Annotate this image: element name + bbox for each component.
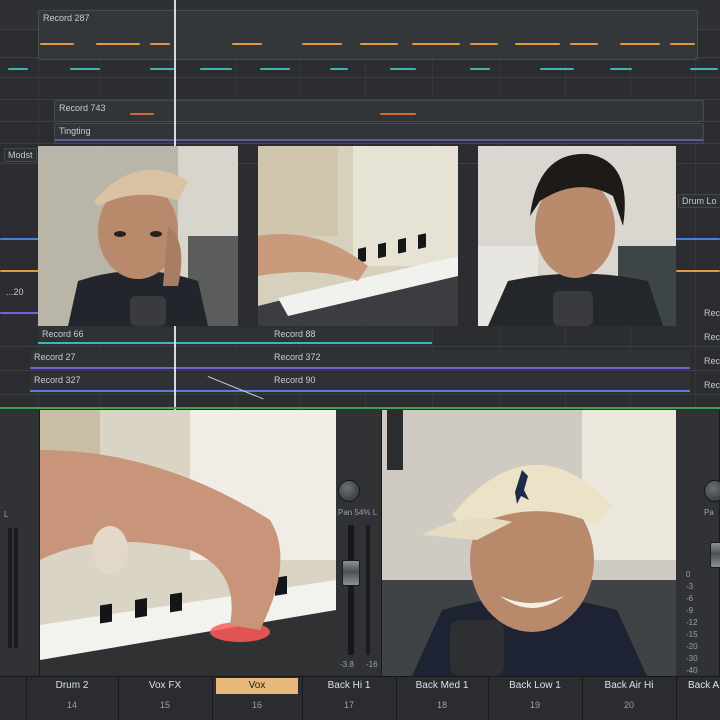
clip-label: Record 372 xyxy=(274,352,321,362)
pan-knob-right[interactable] xyxy=(704,480,720,502)
clip-label: Record 90 xyxy=(274,375,316,385)
hands-keyboard-video xyxy=(258,146,458,326)
db-scale-label: -3 xyxy=(686,582,694,591)
pan-knob[interactable] xyxy=(338,480,360,502)
db-scale-label: -15 xyxy=(686,630,698,639)
left-readout: L xyxy=(4,510,9,519)
volume-fader-right[interactable] xyxy=(710,542,720,568)
keyboard-image xyxy=(258,146,458,326)
hands-keyboard-closeup-video xyxy=(40,410,336,676)
channel-name-back-med-1[interactable]: Back Med 1 xyxy=(400,678,484,694)
clip-record-743[interactable]: Record 743 xyxy=(54,100,704,122)
clip-label: Tingting xyxy=(59,126,91,136)
level-right: -16 xyxy=(366,660,378,669)
track-label-20: ...20 xyxy=(6,287,24,297)
level-left: -3.8 xyxy=(340,660,354,669)
channel-name-back-a[interactable]: Back A xyxy=(680,678,720,694)
clip-record-287[interactable]: Record 287 xyxy=(38,10,698,60)
clip-label: Record 27 xyxy=(34,352,76,362)
db-scale-label: -30 xyxy=(686,654,698,663)
person-image xyxy=(382,410,676,676)
channel-number: 14 xyxy=(66,700,77,710)
track-label-rec: Rec xyxy=(704,356,720,366)
channel-name-back-hi-1[interactable]: Back Hi 1 xyxy=(306,678,392,694)
track-label-rec: Rec xyxy=(704,308,720,318)
person-image xyxy=(38,146,238,326)
participant-3-video xyxy=(382,410,676,676)
volume-fader-track[interactable] xyxy=(348,525,354,655)
channel-name-back-low-1[interactable]: Back Low 1 xyxy=(492,678,578,694)
clip-label: Record 287 xyxy=(43,13,90,23)
clip-label: Record 743 xyxy=(59,103,106,113)
channel-name-back-air-hi[interactable]: Back Air Hi xyxy=(586,678,672,694)
channel-name-drum-2[interactable]: Drum 2 xyxy=(30,678,114,694)
clip-record-90[interactable]: Record 90 xyxy=(270,373,690,393)
participant-2-video xyxy=(478,146,676,326)
track-label-drum-lo[interactable]: Drum Lo xyxy=(678,194,720,208)
track-label-rec: Rec xyxy=(704,380,720,390)
channel-number: 20 xyxy=(623,700,634,710)
right-readout: Pa xyxy=(704,508,714,517)
clip-record-372[interactable]: Record 372 xyxy=(270,350,690,370)
channel-name-vox[interactable]: Vox xyxy=(216,678,298,694)
volume-fader[interactable] xyxy=(342,560,360,586)
channel-number: 16 xyxy=(251,700,262,710)
section-divider xyxy=(0,407,720,409)
channel-number: 18 xyxy=(436,700,447,710)
db-scale-label: 0 xyxy=(686,570,691,579)
db-scale-label: -6 xyxy=(686,594,694,603)
db-scale-label: -12 xyxy=(686,618,698,627)
track-label-rec: Rec xyxy=(704,332,720,342)
clip-record-66[interactable]: Record 66 xyxy=(38,327,270,345)
channel-number: 19 xyxy=(529,700,540,710)
clip-record-27[interactable]: Record 27 xyxy=(30,350,270,370)
track-label-modst[interactable]: Modst xyxy=(4,148,37,162)
daw-collab-window: Record 287 Record 743 Tingting Modst ...… xyxy=(0,0,720,720)
clip-label: Record 327 xyxy=(34,375,81,385)
participant-1-video xyxy=(38,146,238,326)
clip-tingting[interactable]: Tingting xyxy=(54,123,704,144)
clip-label: Record 88 xyxy=(274,329,316,339)
channel-number: 15 xyxy=(159,700,170,710)
channel-name-vox-fx[interactable]: Vox FX xyxy=(122,678,208,694)
clip-label: Record 66 xyxy=(42,329,84,339)
pan-readout: Pan 54% L xyxy=(338,508,378,517)
db-scale-label: -20 xyxy=(686,642,698,651)
clip-record-327[interactable]: Record 327 xyxy=(30,373,270,393)
person-image xyxy=(478,146,676,326)
db-scale-label: -9 xyxy=(686,606,694,615)
keyboard-closeup-image xyxy=(40,410,336,676)
db-scale-label: -40 xyxy=(686,666,698,675)
channel-number: 17 xyxy=(343,700,354,710)
clip-record-88[interactable]: Record 88 xyxy=(270,327,432,345)
